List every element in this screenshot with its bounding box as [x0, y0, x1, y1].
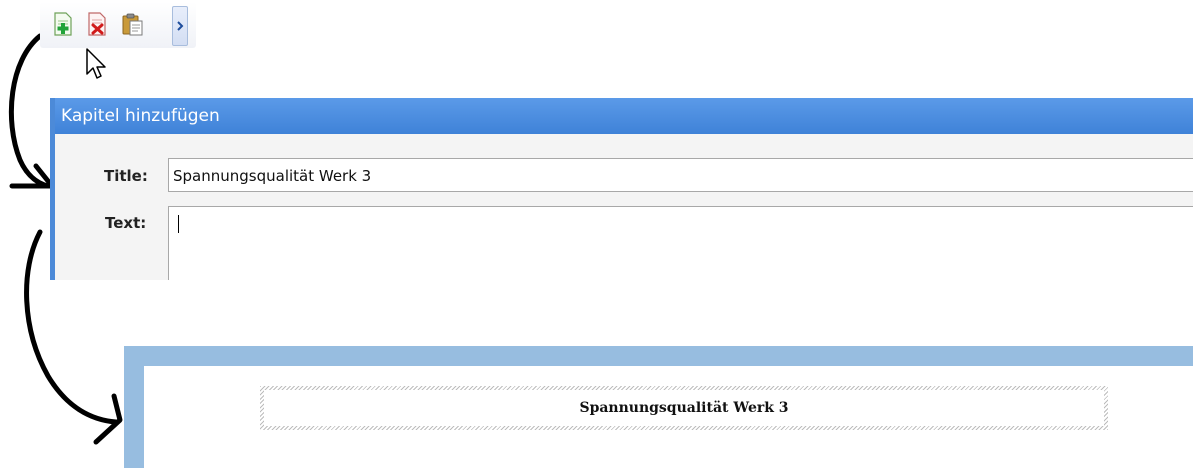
delete-chapter-button[interactable]: [84, 10, 110, 38]
add-chapter-dialog: Kapitel hinzufügen Title: Spannungsquali…: [50, 98, 1193, 280]
document-preview: Spannungsqualität Werk 3: [124, 346, 1193, 468]
dialog-title: Kapitel hinzufügen: [55, 98, 1193, 134]
text-caret: [178, 215, 179, 233]
chapter-heading: Spannungsqualität Werk 3: [264, 390, 1104, 426]
add-chapter-button[interactable]: [50, 10, 76, 38]
text-label: Text:: [105, 214, 147, 232]
title-label: Title:: [104, 167, 148, 185]
chapter-heading-box[interactable]: Spannungsqualität Werk 3: [260, 386, 1108, 430]
text-input[interactable]: [168, 206, 1193, 280]
add-page-icon: [54, 12, 72, 36]
paste-icon: [122, 13, 143, 36]
title-input[interactable]: Spannungsqualität Werk 3: [168, 158, 1193, 192]
paste-button[interactable]: [120, 10, 146, 38]
delete-page-icon: [88, 12, 106, 36]
toolbar-overflow-button[interactable]: [172, 6, 188, 46]
toolbar: [40, 2, 196, 48]
mouse-cursor-icon: [86, 48, 106, 79]
chevron-right-icon: [177, 21, 184, 31]
preview-page: Spannungsqualität Werk 3: [144, 366, 1193, 468]
